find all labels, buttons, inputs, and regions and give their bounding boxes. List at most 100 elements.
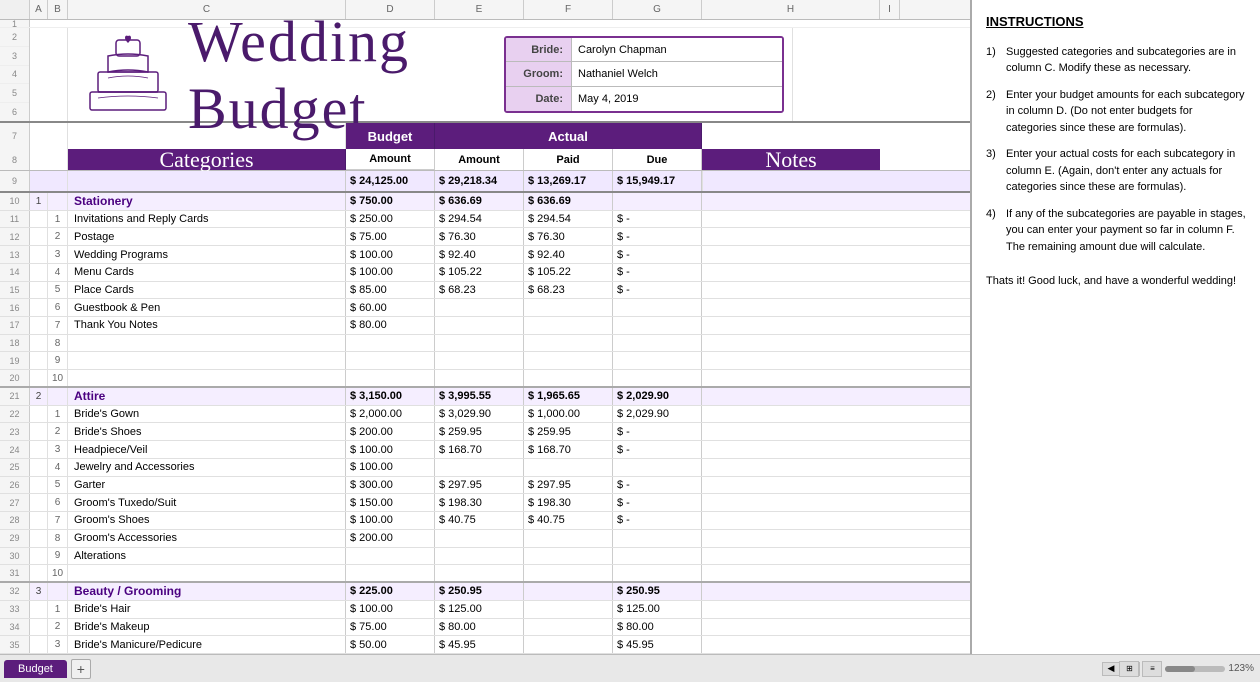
sub1-2-paid[interactable]: $ 76.30 bbox=[524, 228, 613, 245]
bride-value[interactable]: Carolyn Chapman bbox=[571, 38, 782, 61]
sub2-2-budget[interactable]: $ 200.00 bbox=[346, 423, 435, 440]
sub1-3-actual[interactable]: $ 92.40 bbox=[435, 246, 524, 263]
sub1-7-budget[interactable]: $ 80.00 bbox=[346, 317, 435, 334]
cat2-actual[interactable]: $ 3,995.55 bbox=[435, 388, 524, 405]
sub2-2-actual[interactable]: $ 259.95 bbox=[435, 423, 524, 440]
sub2-2-paid[interactable]: $ 259.95 bbox=[524, 423, 613, 440]
sub2-8-budget[interactable]: $ 200.00 bbox=[346, 530, 435, 547]
sub1-4-actual[interactable]: $ 105.22 bbox=[435, 264, 524, 281]
sub1-1-name: Invitations and Reply Cards bbox=[68, 211, 346, 228]
table-view-btn[interactable]: ≡ bbox=[1142, 661, 1162, 677]
cat1-budget[interactable]: $ 750.00 bbox=[346, 193, 435, 210]
paid-sub-header: Paid bbox=[524, 149, 613, 170]
cat1-paid[interactable]: $ 636.69 bbox=[524, 193, 613, 210]
scroll-left-btn[interactable]: ◀ bbox=[1102, 662, 1120, 676]
bride-row: Bride: Carolyn Chapman bbox=[506, 38, 782, 62]
sub2-4-budget[interactable]: $ 100.00 bbox=[346, 459, 435, 476]
sub1-4-paid[interactable]: $ 105.22 bbox=[524, 264, 613, 281]
sub2-7-paid[interactable]: $ 40.75 bbox=[524, 512, 613, 529]
instructions-title: INSTRUCTIONS bbox=[986, 12, 1246, 32]
sub2-3-budget[interactable]: $ 100.00 bbox=[346, 441, 435, 458]
sub2-1-budget[interactable]: $ 2,000.00 bbox=[346, 406, 435, 423]
subrow-3-1: 33 1 Bride's Hair $ 100.00 $ 125.00 $ 12… bbox=[0, 601, 970, 619]
wedding-header: 2 3 4 5 6 bbox=[0, 28, 970, 123]
sub2-1-name: Bride's Gown bbox=[68, 406, 346, 423]
sub2-7-actual[interactable]: $ 40.75 bbox=[435, 512, 524, 529]
sub2-6-paid[interactable]: $ 198.30 bbox=[524, 494, 613, 511]
sub3-2-due[interactable]: $ 80.00 bbox=[613, 619, 702, 636]
add-sheet-button[interactable]: + bbox=[71, 659, 91, 679]
sub2-1-due[interactable]: $ 2,029.90 bbox=[613, 406, 702, 423]
subrow-1-5: 15 5 Place Cards $ 85.00 $ 68.23 $ 68.23… bbox=[0, 282, 970, 300]
cat2-due[interactable]: $ 2,029.90 bbox=[613, 388, 702, 405]
sub3-2-actual[interactable]: $ 80.00 bbox=[435, 619, 524, 636]
sub2-5-paid[interactable]: $ 297.95 bbox=[524, 477, 613, 494]
sub2-3-paid[interactable]: $ 168.70 bbox=[524, 441, 613, 458]
sub1-3-due[interactable]: $ - bbox=[613, 246, 702, 263]
zoom-slider[interactable] bbox=[1165, 666, 1225, 672]
groom-value[interactable]: Nathaniel Welch bbox=[571, 62, 782, 85]
cat2-budget[interactable]: $ 3,150.00 bbox=[346, 388, 435, 405]
sub2-1-paid[interactable]: $ 1,000.00 bbox=[524, 406, 613, 423]
sub3-3-actual[interactable]: $ 45.95 bbox=[435, 636, 524, 653]
cat2-paid[interactable]: $ 1,965.65 bbox=[524, 388, 613, 405]
instructions-panel: INSTRUCTIONS 1) Suggested categories and… bbox=[970, 0, 1260, 654]
sub2-5-actual[interactable]: $ 297.95 bbox=[435, 477, 524, 494]
sub1-2-actual[interactable]: $ 76.30 bbox=[435, 228, 524, 245]
sub2-8-name: Groom's Accessories bbox=[68, 530, 346, 547]
sub1-5-actual[interactable]: $ 68.23 bbox=[435, 282, 524, 299]
sub1-1-budget[interactable]: $ 250.00 bbox=[346, 211, 435, 228]
sub2-2-due[interactable]: $ - bbox=[613, 423, 702, 440]
sub1-1-due[interactable]: $ - bbox=[613, 211, 702, 228]
sub2-6-budget[interactable]: $ 150.00 bbox=[346, 494, 435, 511]
sheet-tab-budget[interactable]: Budget bbox=[4, 660, 67, 678]
subrow-1-3: 13 3 Wedding Programs $ 100.00 $ 92.40 $… bbox=[0, 246, 970, 264]
data-rows: 10 1 Stationery $ 750.00 $ 636.69 $ 636.… bbox=[0, 193, 970, 654]
sub2-3-actual[interactable]: $ 168.70 bbox=[435, 441, 524, 458]
cat3-due[interactable]: $ 250.95 bbox=[613, 583, 702, 600]
sub3-1-due[interactable]: $ 125.00 bbox=[613, 601, 702, 618]
sub3-1-actual[interactable]: $ 125.00 bbox=[435, 601, 524, 618]
sub2-5-budget[interactable]: $ 300.00 bbox=[346, 477, 435, 494]
date-value[interactable]: May 4, 2019 bbox=[571, 87, 782, 111]
sub1-1-actual[interactable]: $ 294.54 bbox=[435, 211, 524, 228]
sub1-5-due[interactable]: $ - bbox=[613, 282, 702, 299]
cat1-actual[interactable]: $ 636.69 bbox=[435, 193, 524, 210]
sub1-3-budget[interactable]: $ 100.00 bbox=[346, 246, 435, 263]
sub1-4-due[interactable]: $ - bbox=[613, 264, 702, 281]
sub3-3-budget[interactable]: $ 50.00 bbox=[346, 636, 435, 653]
subrow-2-8: 29 8 Groom's Accessories $ 200.00 bbox=[0, 530, 970, 548]
cat1-due[interactable] bbox=[613, 193, 702, 210]
cat1-name: Stationery bbox=[68, 193, 346, 210]
sub1-2-budget[interactable]: $ 75.00 bbox=[346, 228, 435, 245]
sub2-3-due[interactable]: $ - bbox=[613, 441, 702, 458]
sub1-2-due[interactable]: $ - bbox=[613, 228, 702, 245]
sub2-1-actual[interactable]: $ 3,029.90 bbox=[435, 406, 524, 423]
sub3-1-budget[interactable]: $ 100.00 bbox=[346, 601, 435, 618]
sub1-2-name: Postage bbox=[68, 228, 346, 245]
subrow-1-4: 14 4 Menu Cards $ 100.00 $ 105.22 $ 105.… bbox=[0, 264, 970, 282]
due-sub-header: Due bbox=[613, 149, 702, 170]
sub2-6-due[interactable]: $ - bbox=[613, 494, 702, 511]
sub2-6-actual[interactable]: $ 198.30 bbox=[435, 494, 524, 511]
actual-header: Actual bbox=[435, 123, 702, 149]
sub1-4-budget[interactable]: $ 100.00 bbox=[346, 264, 435, 281]
sub1-1-paid[interactable]: $ 294.54 bbox=[524, 211, 613, 228]
total-actual-due: $ 15,949.17 bbox=[613, 171, 702, 191]
sub3-3-due[interactable]: $ 45.95 bbox=[613, 636, 702, 653]
sub1-6-budget[interactable]: $ 60.00 bbox=[346, 299, 435, 316]
subrow-2-2: 23 2 Bride's Shoes $ 200.00 $ 259.95 $ 2… bbox=[0, 423, 970, 441]
cat3-actual[interactable]: $ 250.95 bbox=[435, 583, 524, 600]
sub1-5-budget[interactable]: $ 85.00 bbox=[346, 282, 435, 299]
cat3-budget[interactable]: $ 225.00 bbox=[346, 583, 435, 600]
sub1-7-name: Thank You Notes bbox=[68, 317, 346, 334]
sub3-2-budget[interactable]: $ 75.00 bbox=[346, 619, 435, 636]
sub2-5-due[interactable]: $ - bbox=[613, 477, 702, 494]
subrow-1-7: 17 7 Thank You Notes $ 80.00 bbox=[0, 317, 970, 335]
sub1-3-paid[interactable]: $ 92.40 bbox=[524, 246, 613, 263]
sub1-5-paid[interactable]: $ 68.23 bbox=[524, 282, 613, 299]
sub2-7-due[interactable]: $ - bbox=[613, 512, 702, 529]
sub2-7-budget[interactable]: $ 100.00 bbox=[346, 512, 435, 529]
sub2-4-name: Jewelry and Accessories bbox=[68, 459, 346, 476]
grid-view-btn[interactable]: ⊞ bbox=[1119, 661, 1139, 677]
